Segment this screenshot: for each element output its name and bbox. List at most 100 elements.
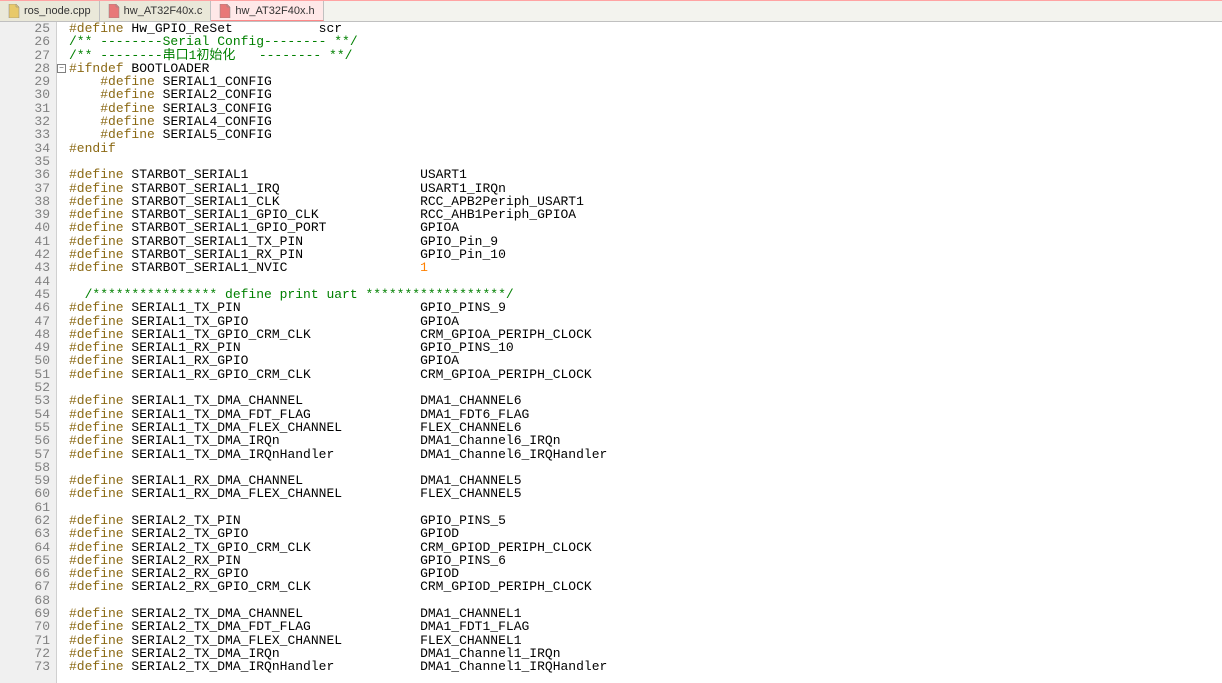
code-area[interactable]: #define Hw_GPIO_ReSet scr/** --------Ser… [67,22,1222,683]
macro-value: CRM_GPIOD_PERIPH_CLOCK [420,579,592,594]
code-line[interactable]: #define STARBOT_SERIAL1_CLK RCC_APB2Peri… [69,195,1222,208]
line-number: 57 [0,448,56,461]
line-number: 65 [0,554,56,567]
line-number: 47 [0,315,56,328]
code-line[interactable]: #define SERIAL1_TX_DMA_FDT_FLAG DMA1_FDT… [69,408,1222,421]
tab-label: ros_node.cpp [24,5,91,17]
line-number: 40 [0,221,56,234]
line-number: 52 [0,381,56,394]
line-number: 66 [0,567,56,580]
code-line[interactable]: #define SERIAL3_CONFIG [69,102,1222,115]
code-line[interactable]: #define SERIAL2_TX_GPIO_CRM_CLK CRM_GPIO… [69,541,1222,554]
identifier: SERIAL1_RX_DMA_FLEX_CHANNEL [131,486,420,501]
code-line[interactable] [69,275,1222,288]
macro-value: DMA1_Channel1_IRQHandler [420,659,607,674]
line-number: 73 [0,660,56,673]
line-number: 50 [0,354,56,367]
line-number: 30 [0,88,56,101]
macro-value: DMA1_Channel6_IRQHandler [420,447,607,462]
code-line[interactable]: #define SERIAL1_TX_GPIO_CRM_CLK CRM_GPIO… [69,328,1222,341]
code-line[interactable]: #define STARBOT_SERIAL1_IRQ USART1_IRQn [69,182,1222,195]
code-line[interactable]: #define SERIAL2_TX_DMA_IRQnHandler DMA1_… [69,660,1222,673]
line-number: 44 [0,275,56,288]
code-line[interactable] [69,381,1222,394]
code-line[interactable]: #define SERIAL1_TX_GPIO GPIOA [69,315,1222,328]
code-line[interactable]: #define SERIAL2_RX_GPIO_CRM_CLK CRM_GPIO… [69,580,1222,593]
code-line[interactable]: #define SERIAL2_TX_GPIO GPIOD [69,527,1222,540]
line-number: 45 [0,288,56,301]
identifier: SERIAL2_TX_DMA_IRQnHandler [131,659,420,674]
code-line[interactable]: #define SERIAL1_TX_PIN GPIO_PINS_9 [69,301,1222,314]
line-number: 72 [0,647,56,660]
tab-label: hw_AT32F40x.c [124,5,203,17]
code-line[interactable] [69,501,1222,514]
macro-value: GPIO_Pin_10 [420,247,506,262]
code-line[interactable]: #define SERIAL1_TX_DMA_CHANNEL DMA1_CHAN… [69,394,1222,407]
code-line[interactable]: #define SERIAL2_TX_DMA_FDT_FLAG DMA1_FDT… [69,620,1222,633]
code-line[interactable]: #define SERIAL4_CONFIG [69,115,1222,128]
file-icon [8,4,20,18]
code-line[interactable]: #define SERIAL1_CONFIG [69,75,1222,88]
code-line[interactable]: #define STARBOT_SERIAL1_TX_PIN GPIO_Pin_… [69,235,1222,248]
line-number: 49 [0,341,56,354]
code-line[interactable]: #define SERIAL1_RX_DMA_FLEX_CHANNEL FLEX… [69,487,1222,500]
line-number: 63 [0,527,56,540]
code-line[interactable]: /** --------串口1初始化 -------- **/ [69,49,1222,62]
code-line[interactable]: #define STARBOT_SERIAL1 USART1 [69,168,1222,181]
line-number: 39 [0,208,56,221]
code-line[interactable]: #define SERIAL1_RX_PIN GPIO_PINS_10 [69,341,1222,354]
code-line[interactable]: #define Hw_GPIO_ReSet scr [69,22,1222,35]
code-line[interactable]: #define SERIAL5_CONFIG [69,128,1222,141]
code-line[interactable]: #define SERIAL1_TX_DMA_FLEX_CHANNEL FLEX… [69,421,1222,434]
tab-hw_AT32F40x-c[interactable]: hw_AT32F40x.c [100,1,212,21]
line-number: 38 [0,195,56,208]
line-number: 60 [0,487,56,500]
preproc: #define [69,367,124,382]
line-number: 32 [0,115,56,128]
code-line[interactable] [69,461,1222,474]
identifier: SERIAL1_TX_DMA_IRQnHandler [131,447,420,462]
line-number: 42 [0,248,56,261]
code-line[interactable]: #define SERIAL2_CONFIG [69,88,1222,101]
tab-hw_AT32F40x-h[interactable]: hw_AT32F40x.h [211,1,323,21]
code-line[interactable]: #define SERIAL2_TX_PIN GPIO_PINS_5 [69,514,1222,527]
code-line[interactable]: #define SERIAL1_RX_GPIO GPIOA [69,354,1222,367]
code-line[interactable]: #define STARBOT_SERIAL1_RX_PIN GPIO_Pin_… [69,248,1222,261]
line-number: 54 [0,408,56,421]
line-number: 53 [0,394,56,407]
code-line[interactable]: #define STARBOT_SERIAL1_NVIC 1 [69,261,1222,274]
code-line[interactable]: #define SERIAL2_TX_DMA_CHANNEL DMA1_CHAN… [69,607,1222,620]
macro-value: FLEX_CHANNEL5 [420,486,521,501]
code-line[interactable]: /** --------Serial Config-------- **/ [69,35,1222,48]
code-line[interactable]: #define SERIAL1_RX_DMA_CHANNEL DMA1_CHAN… [69,474,1222,487]
identifier: SERIAL1_RX_GPIO_CRM_CLK [131,367,420,382]
code-line[interactable] [69,155,1222,168]
preproc: #define [69,579,124,594]
line-number: 71 [0,634,56,647]
line-number: 51 [0,368,56,381]
code-line[interactable]: #define SERIAL2_TX_DMA_IRQn DMA1_Channel… [69,647,1222,660]
fold-toggle[interactable]: − [57,64,66,73]
code-line[interactable]: #ifndef BOOTLOADER [69,62,1222,75]
line-number: 58 [0,461,56,474]
code-line[interactable]: #endif [69,142,1222,155]
code-line[interactable]: #define STARBOT_SERIAL1_GPIO_PORT GPIOA [69,221,1222,234]
code-line[interactable]: #define SERIAL1_TX_DMA_IRQn DMA1_Channel… [69,434,1222,447]
code-line[interactable]: #define SERIAL2_RX_GPIO GPIOD [69,567,1222,580]
code-line[interactable]: /**************** define print uart ****… [69,288,1222,301]
line-number: 33 [0,128,56,141]
code-line[interactable]: #define SERIAL1_RX_GPIO_CRM_CLK CRM_GPIO… [69,368,1222,381]
line-number: 35 [0,155,56,168]
line-number: 62 [0,514,56,527]
code-line[interactable]: #define SERIAL1_TX_DMA_IRQnHandler DMA1_… [69,448,1222,461]
code-line[interactable] [69,594,1222,607]
line-number: 27 [0,49,56,62]
editor[interactable]: 2526272829303132333435363738394041424344… [0,22,1222,683]
code-line[interactable]: #define STARBOT_SERIAL1_GPIO_CLK RCC_AHB… [69,208,1222,221]
code-line[interactable]: #define SERIAL2_RX_PIN GPIO_PINS_6 [69,554,1222,567]
preproc: #define [69,486,124,501]
tab-ros_node-cpp[interactable]: ros_node.cpp [0,1,100,21]
tab-label: hw_AT32F40x.h [235,5,314,17]
line-number: 37 [0,182,56,195]
code-line[interactable]: #define SERIAL2_TX_DMA_FLEX_CHANNEL FLEX… [69,634,1222,647]
